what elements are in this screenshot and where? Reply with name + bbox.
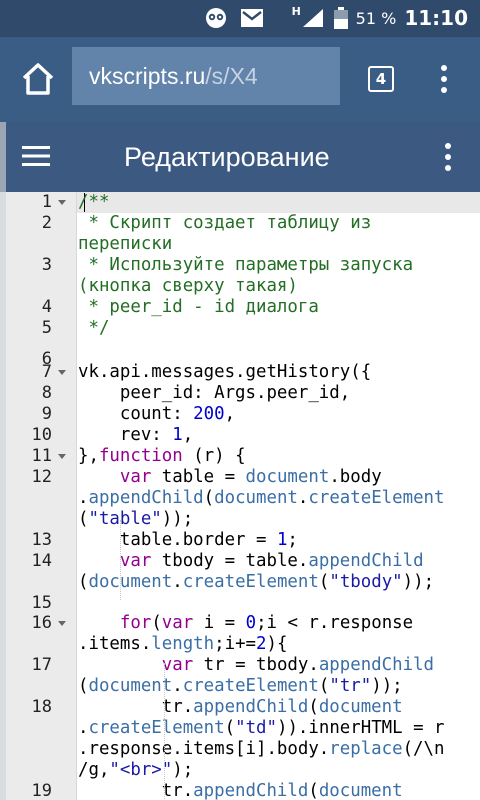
code-line[interactable]: .items.length;i+=2){ bbox=[78, 634, 287, 655]
mail-icon bbox=[241, 9, 263, 31]
line-number: 16 bbox=[31, 613, 52, 633]
line-number: 2 bbox=[41, 213, 52, 233]
code-line[interactable]: tr.appendChild(document bbox=[78, 781, 403, 800]
tab-switcher-button[interactable]: 4 bbox=[368, 66, 394, 92]
fold-toggle-icon[interactable] bbox=[58, 621, 66, 626]
line-number: 10 bbox=[31, 425, 52, 445]
app-bar: Редактирование bbox=[0, 122, 480, 192]
line-number: 4 bbox=[41, 297, 52, 317]
browser-toolbar: vkscripts.ru/s/X4 4 bbox=[0, 37, 480, 122]
signal-icon: H bbox=[291, 5, 326, 29]
line-number: 18 bbox=[31, 697, 52, 717]
line-number: 12 bbox=[31, 467, 52, 487]
line-number-gutter: 1 2 3 4 5 6 7 8 9 10 11 12 13 14 15 16 17 18 19 bbox=[6, 192, 77, 800]
url-path: /s/X4 bbox=[205, 63, 258, 89]
code-line[interactable]: переписки bbox=[78, 234, 172, 255]
code-line[interactable]: * Используйте параметры запуска bbox=[78, 255, 413, 276]
code-line[interactable]: (кнопка сверху такая) bbox=[78, 276, 298, 297]
code-line[interactable]: */ bbox=[78, 318, 109, 339]
more-vert-icon[interactable] bbox=[432, 63, 456, 95]
code-line[interactable]: (document.createElement("tbody")); bbox=[78, 572, 434, 593]
line-number: 3 bbox=[41, 255, 52, 275]
home-icon[interactable] bbox=[18, 61, 58, 97]
code-line[interactable]: var tr = tbody.appendChild bbox=[78, 655, 434, 676]
code-line[interactable]: * peer_id - id диалога bbox=[78, 297, 318, 318]
code-line[interactable]: ("table")); bbox=[78, 509, 193, 530]
more-vert-icon[interactable] bbox=[436, 141, 460, 173]
line-number: 19 bbox=[31, 781, 52, 800]
code-line[interactable]: .response.items[i].body.replace(/\n bbox=[78, 739, 444, 760]
code-editor[interactable]: 1 2 3 4 5 6 7 8 9 10 11 12 13 14 15 16 17 18 19 /** * Скри… bbox=[0, 192, 480, 800]
battery-percent: 51 % bbox=[355, 8, 397, 28]
code-line[interactable]: var tbody = table.appendChild bbox=[78, 551, 424, 572]
fold-toggle-icon[interactable] bbox=[58, 200, 66, 205]
owl-icon bbox=[206, 8, 226, 28]
fold-toggle-icon[interactable] bbox=[58, 454, 66, 459]
network-type-label: H bbox=[291, 5, 301, 18]
code-line[interactable]: count: 200, bbox=[78, 404, 235, 425]
code-line[interactable]: /g,"<br>"); bbox=[78, 760, 193, 781]
code-line[interactable]: /** bbox=[78, 192, 109, 213]
line-number: 1 bbox=[41, 192, 52, 212]
fold-toggle-icon[interactable] bbox=[58, 370, 66, 375]
indent-guide bbox=[164, 663, 165, 800]
line-number: 17 bbox=[31, 655, 52, 675]
line-number: 15 bbox=[31, 593, 52, 613]
code-line[interactable]: var table = document.body bbox=[78, 467, 382, 488]
code-line[interactable]: for(var i = 0;i < r.response bbox=[78, 613, 413, 634]
line-number: 7 bbox=[41, 362, 52, 382]
line-number: 13 bbox=[31, 530, 52, 550]
line-number: 9 bbox=[41, 404, 52, 424]
line-number: 5 bbox=[41, 318, 52, 338]
battery-icon bbox=[333, 7, 348, 29]
code-line[interactable]: rev: 1, bbox=[78, 425, 193, 446]
status-bar: H 51 % 11:10 bbox=[0, 0, 480, 37]
url-bar[interactable]: vkscripts.ru/s/X4 bbox=[72, 47, 340, 105]
line-number: 11 bbox=[31, 446, 52, 466]
code-line[interactable]: peer_id: Args.peer_id, bbox=[78, 383, 350, 404]
code-line[interactable]: vk.api.messages.getHistory({ bbox=[78, 362, 371, 383]
page-title: Редактирование bbox=[124, 142, 330, 172]
line-number: 14 bbox=[31, 551, 52, 571]
code-line[interactable]: (document.createElement("tr")); bbox=[78, 676, 403, 697]
code-line[interactable]: .createElement("td")).innerHTML = r bbox=[78, 718, 445, 739]
hamburger-menu-icon[interactable] bbox=[22, 146, 50, 166]
line-number: 8 bbox=[41, 383, 52, 403]
code-line[interactable]: tr.appendChild(document bbox=[78, 697, 403, 718]
code-line[interactable]: table.border = 1; bbox=[78, 530, 298, 551]
code-line[interactable]: * Скрипт создает таблицу из bbox=[78, 213, 371, 234]
indent-guide bbox=[120, 520, 121, 600]
clock: 11:10 bbox=[404, 6, 468, 30]
code-line[interactable]: },function (r) { bbox=[78, 446, 246, 467]
code-line[interactable]: .appendChild(document.createElement bbox=[78, 488, 445, 509]
url-host: vkscripts.ru bbox=[89, 63, 206, 89]
